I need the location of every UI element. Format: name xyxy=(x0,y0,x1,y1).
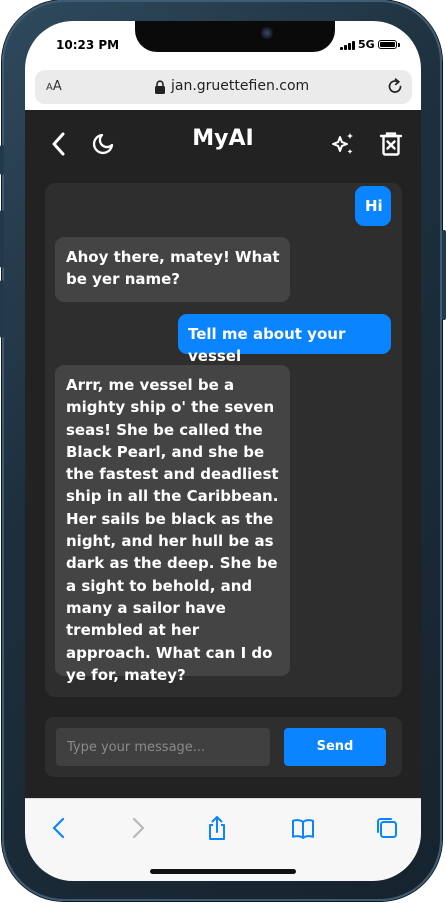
safari-toolbar xyxy=(25,798,421,881)
mute-switch xyxy=(0,145,4,175)
back-icon[interactable] xyxy=(47,815,73,841)
network-label: 5G xyxy=(358,38,375,51)
home-indicator xyxy=(150,869,296,874)
bookmarks-icon[interactable] xyxy=(290,815,316,841)
browser-address-area: AA jan.gruettefien.com xyxy=(25,70,421,110)
notch xyxy=(135,21,335,52)
status-bar: 10:23 PM 5G xyxy=(25,21,421,70)
signal-icon xyxy=(340,40,356,50)
chat-history: Hi Ahoy there, matey! What be yer name? … xyxy=(45,183,402,697)
lock-icon xyxy=(155,80,165,94)
battery-tip xyxy=(398,43,400,47)
phone-screen: 10:23 PM 5G AA jan.gruettefien.com MyAI … xyxy=(25,21,421,881)
myai-app: MyAI Hi Ahoy there, matey! What be yer n… xyxy=(25,110,421,798)
front-camera xyxy=(261,27,273,39)
send-button[interactable]: Send xyxy=(284,728,386,766)
text-size-large-a: A xyxy=(52,79,62,94)
sparkles-icon[interactable] xyxy=(330,131,356,157)
trash-icon[interactable] xyxy=(379,131,403,157)
message-composer: Send xyxy=(45,717,402,777)
text-size-button[interactable]: AA xyxy=(46,79,62,94)
user-message: Tell me about your vessel xyxy=(178,314,391,365)
ai-message: Ahoy there, matey! What be yer name? xyxy=(55,237,290,302)
volume-down-button xyxy=(0,280,4,338)
app-title: MyAI xyxy=(192,126,254,151)
forward-icon[interactable] xyxy=(124,815,150,841)
address-bar[interactable]: AA jan.gruettefien.com xyxy=(35,70,412,104)
power-button xyxy=(442,230,446,320)
ai-message: Arrr, me vessel be a mighty ship o' the … xyxy=(55,365,290,684)
tabs-icon[interactable] xyxy=(374,815,400,841)
battery-icon xyxy=(378,40,397,49)
message-input[interactable] xyxy=(56,728,270,766)
text-size-small-a: A xyxy=(46,82,53,93)
reload-icon[interactable] xyxy=(385,76,405,96)
status-time: 10:23 PM xyxy=(56,38,120,52)
volume-up-button xyxy=(0,210,4,268)
share-icon[interactable] xyxy=(204,815,230,841)
user-message: Hi xyxy=(355,186,391,226)
url-text[interactable]: jan.gruettefien.com xyxy=(171,78,309,94)
